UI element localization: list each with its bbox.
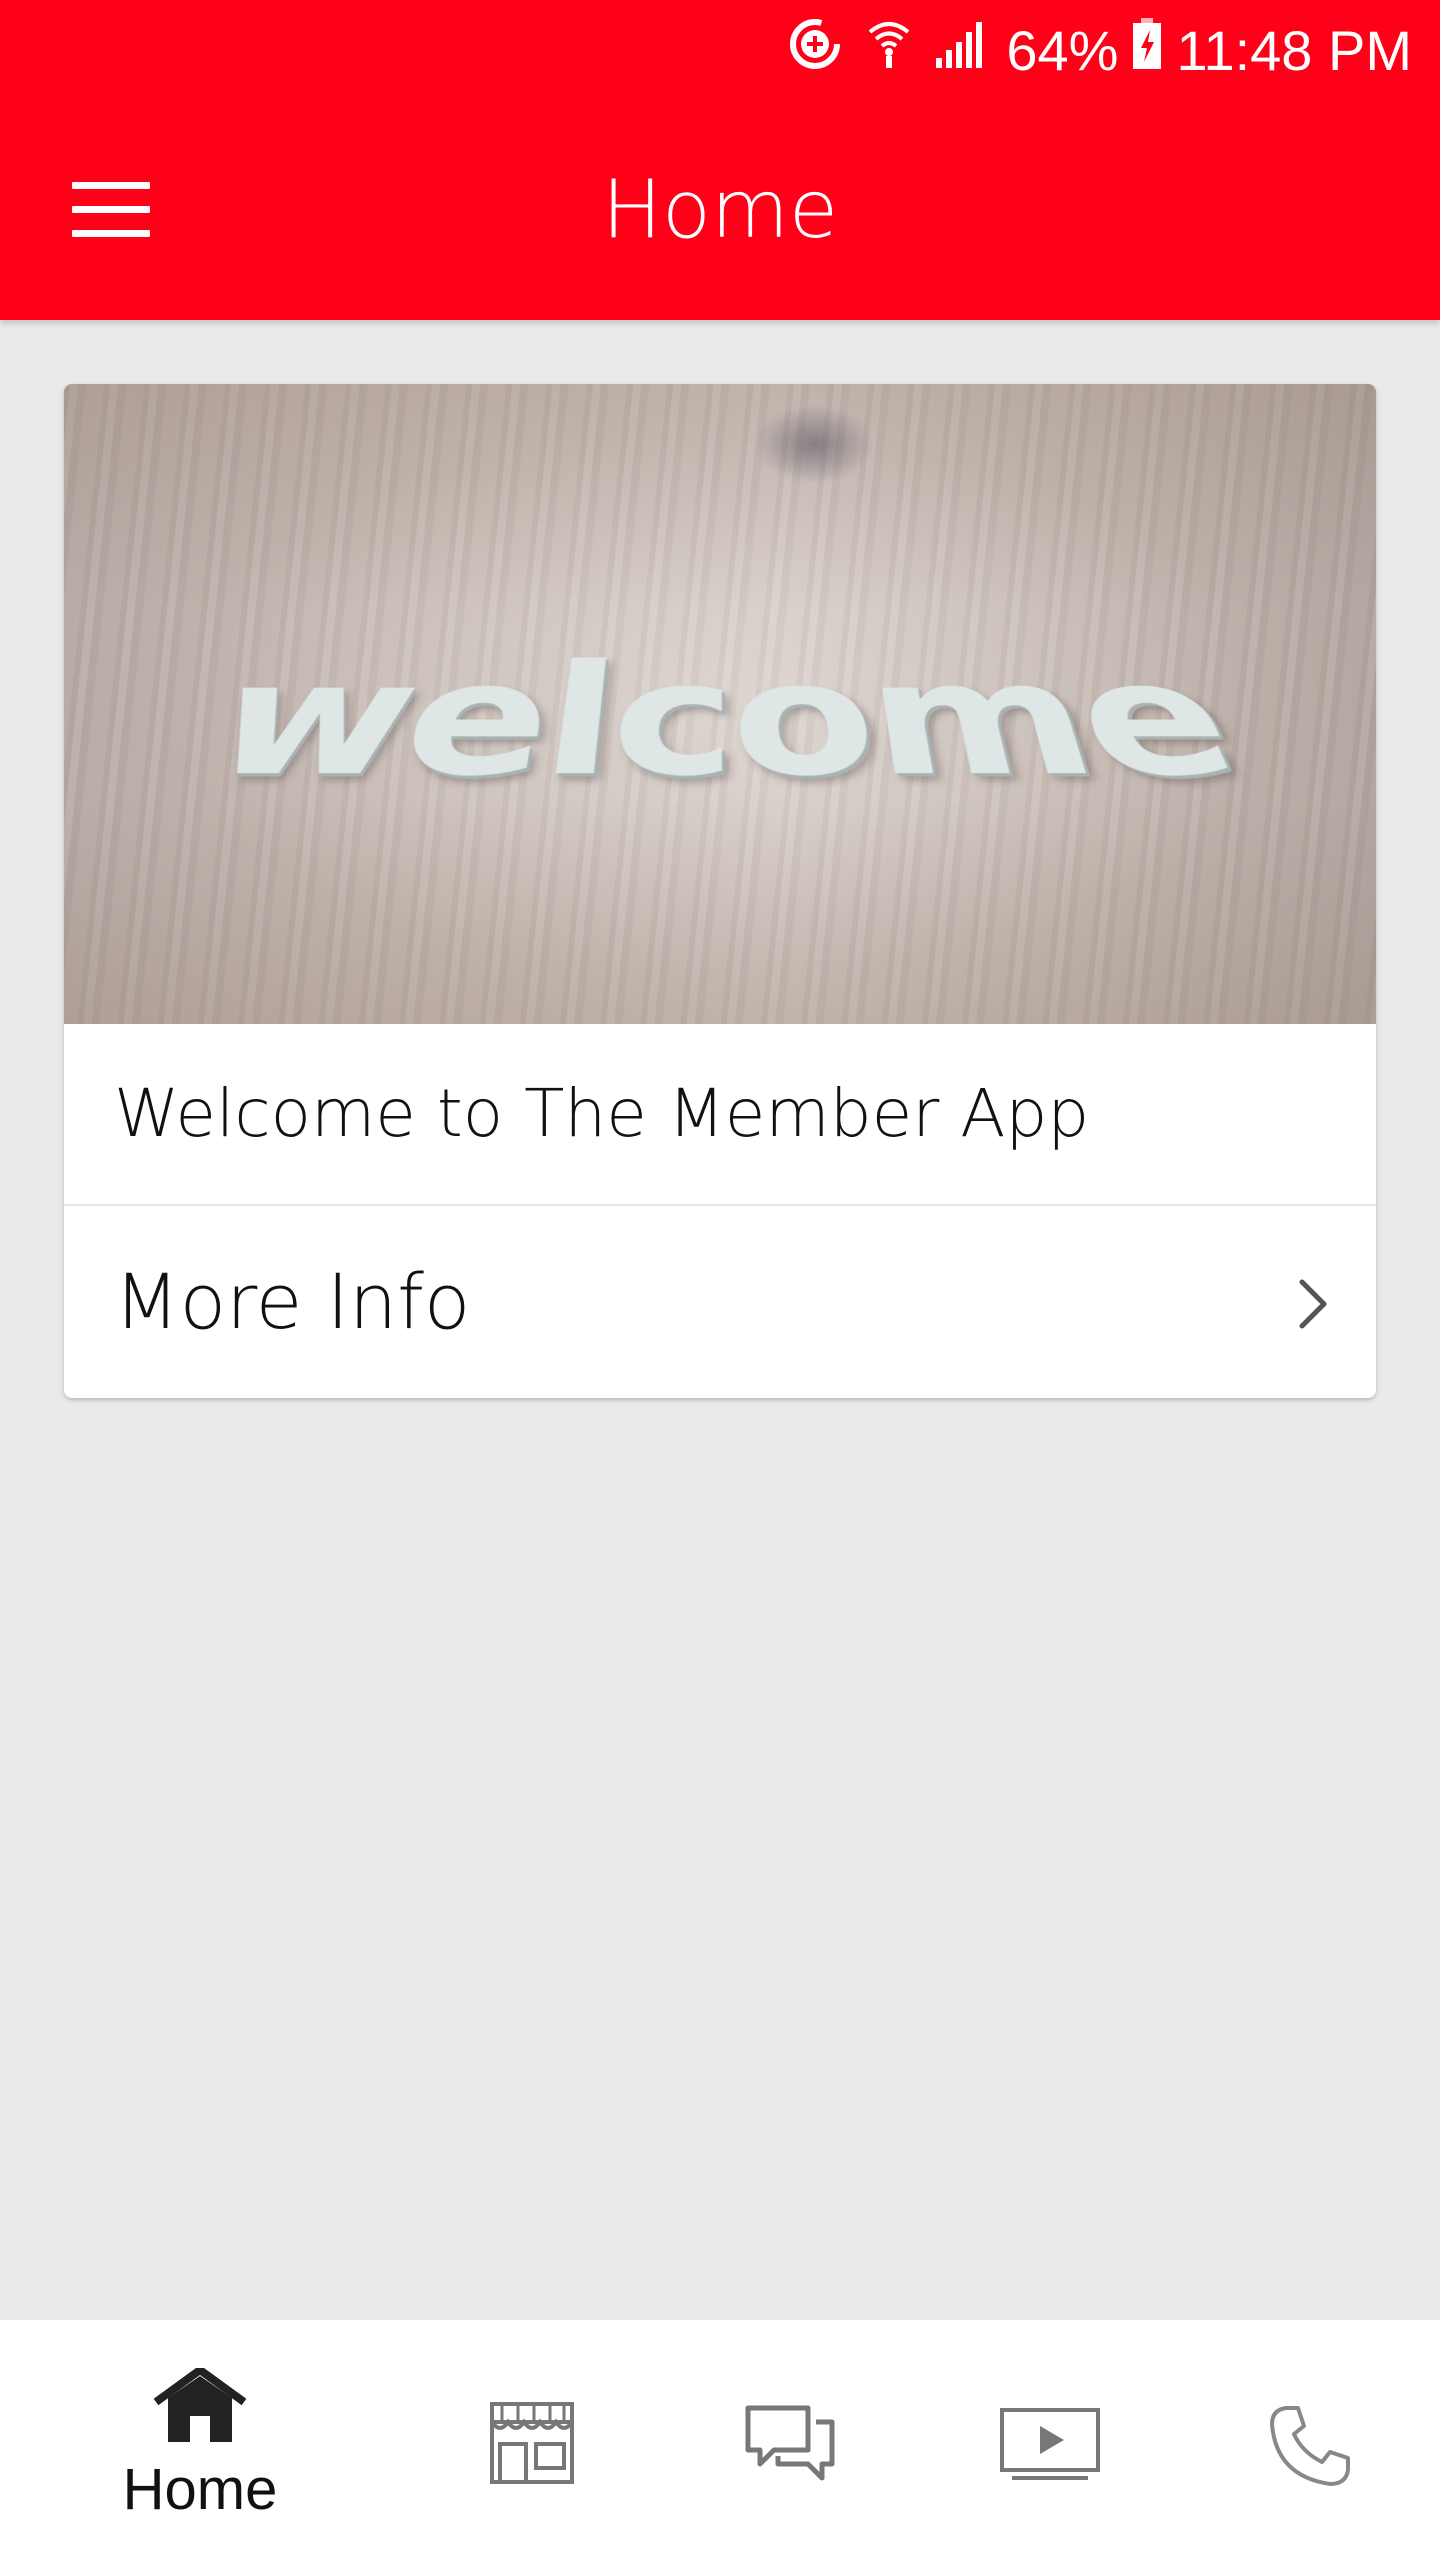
battery-percent: 64% [1006,18,1119,82]
battery-charging-icon [1132,17,1162,83]
nav-video[interactable] [950,2320,1150,2560]
home-icon [152,2366,248,2448]
welcome-card: welcome Welcome to The Member App More I… [64,384,1376,1398]
hero-word: welcome [180,635,1260,815]
more-info-label: More Info [114,1257,471,1346]
video-play-icon [998,2406,1102,2486]
signal-icon [934,18,984,83]
data-saver-icon [786,15,844,86]
status-time: 11:48 PM [1176,18,1412,82]
bottom-navigation: Home [0,2320,1440,2560]
nav-chat[interactable] [690,2320,890,2560]
wifi-icon [866,18,912,83]
phone-icon [1268,2404,1352,2492]
chat-icon [744,2404,836,2488]
chevron-right-icon [1292,1276,1332,1332]
more-info-row[interactable]: More Info [64,1206,1376,1398]
nav-home[interactable]: Home [100,2320,300,2560]
card-title: Welcome to The Member App [114,1075,1090,1152]
app-header: 64% 11:48 PM Home [0,0,1440,320]
welcome-hero-image: welcome [64,384,1376,1024]
nav-store[interactable] [432,2320,632,2560]
page-title: Home [601,163,839,256]
nav-phone[interactable] [1210,2320,1410,2560]
store-icon [488,2400,576,2490]
status-bar: 64% 11:48 PM [786,0,1440,100]
nav-home-label: Home [122,2457,278,2522]
